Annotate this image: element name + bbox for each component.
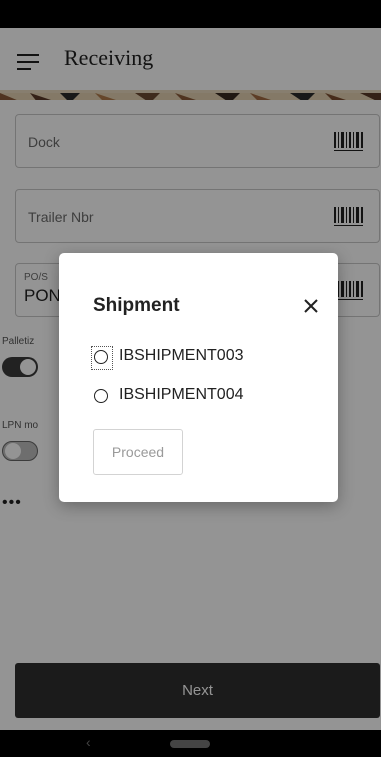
close-icon[interactable] xyxy=(302,297,320,315)
status-bar xyxy=(0,0,381,28)
radio-button[interactable] xyxy=(94,350,108,364)
back-icon[interactable]: ‹ xyxy=(86,734,91,750)
shipment-option-label: IBSHIPMENT003 xyxy=(119,347,244,364)
shipment-option[interactable]: IBSHIPMENT003 xyxy=(91,346,293,370)
shipment-dialog: Shipment IBSHIPMENT003 IBSHIPMENT004 Pro… xyxy=(59,253,338,502)
shipment-option[interactable]: IBSHIPMENT004 xyxy=(93,386,293,408)
dialog-title: Shipment xyxy=(93,295,180,316)
radio-button[interactable] xyxy=(94,389,108,403)
proceed-button[interactable]: Proceed xyxy=(93,429,183,475)
home-icon[interactable] xyxy=(170,740,210,748)
shipment-option-label: IBSHIPMENT004 xyxy=(119,386,244,403)
system-nav-bar: ‹ xyxy=(0,730,381,757)
